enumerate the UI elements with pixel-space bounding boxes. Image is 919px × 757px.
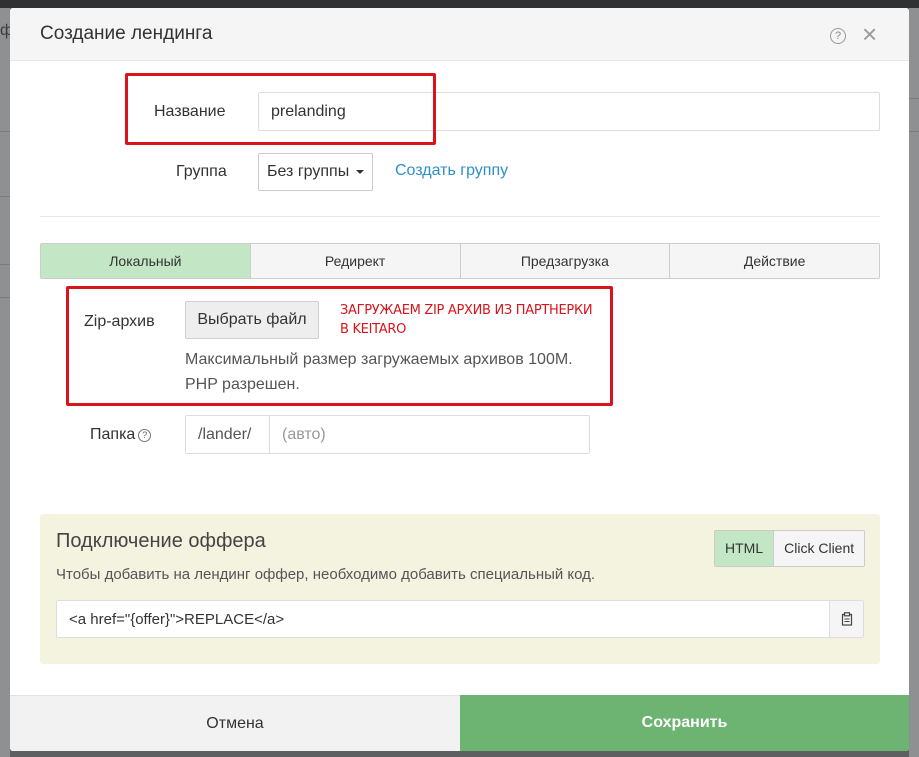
group-select[interactable]: Без группы [258,153,373,191]
folder-label-text: Папка [90,426,136,443]
background-divider [909,131,919,132]
create-landing-modal: Создание лендинга ? × Название Группа Бе… [10,8,909,751]
section-divider [40,216,880,217]
background-app-right [909,8,919,757]
background-divider [909,98,919,99]
offer-description: Чтобы добавить на лендинг оффер, необход… [56,566,596,583]
modal-footer: Отмена Сохранить [10,695,909,751]
clipboard-icon [841,612,852,626]
background-divider [0,297,10,298]
modal-header: Создание лендинга ? × [10,8,909,61]
copy-button[interactable] [829,601,863,637]
tab-preload[interactable]: Предзагрузка [460,244,671,278]
code-format-toggle: HTML Click Client [714,530,866,567]
folder-prefix: /lander/ [186,416,270,453]
offer-connection-panel: Подключение оффера Чтобы добавить на лен… [40,514,880,664]
create-group-link[interactable]: Создать группу [395,162,508,180]
background-app-header [0,0,919,8]
background-divider [0,131,10,132]
tab-redirect[interactable]: Редирект [250,244,461,278]
close-icon[interactable]: × [862,20,877,48]
offer-code-group [56,600,864,638]
folder-label: Папка? [90,426,152,444]
background-divider [0,196,10,197]
folder-input-group: /lander/ [185,415,590,454]
background-app-text: ф [0,22,10,39]
toggle-html[interactable]: HTML [715,531,775,566]
folder-input[interactable] [270,416,589,453]
highlight-name-box [125,73,436,145]
group-label: Группа [176,163,227,180]
modal-title: Создание лендинга [40,23,213,44]
highlight-zip-box [66,286,613,406]
toggle-click-client[interactable]: Click Client [774,531,865,566]
cancel-button[interactable]: Отмена [10,695,460,751]
folder-help-icon[interactable]: ? [138,429,152,442]
landing-type-tabs: Локальный Редирект Предзагрузка Действие [40,243,880,279]
offer-code-input[interactable] [57,601,829,637]
caret-down-icon [356,170,364,174]
group-select-value: Без группы [267,163,350,180]
tab-action[interactable]: Действие [670,244,879,278]
background-divider [0,264,10,265]
tab-local[interactable]: Локальный [41,244,251,278]
background-app-left [0,8,10,757]
offer-title: Подключение оффера [56,530,266,552]
help-icon[interactable]: ? [830,28,846,44]
save-button[interactable]: Сохранить [460,695,909,751]
